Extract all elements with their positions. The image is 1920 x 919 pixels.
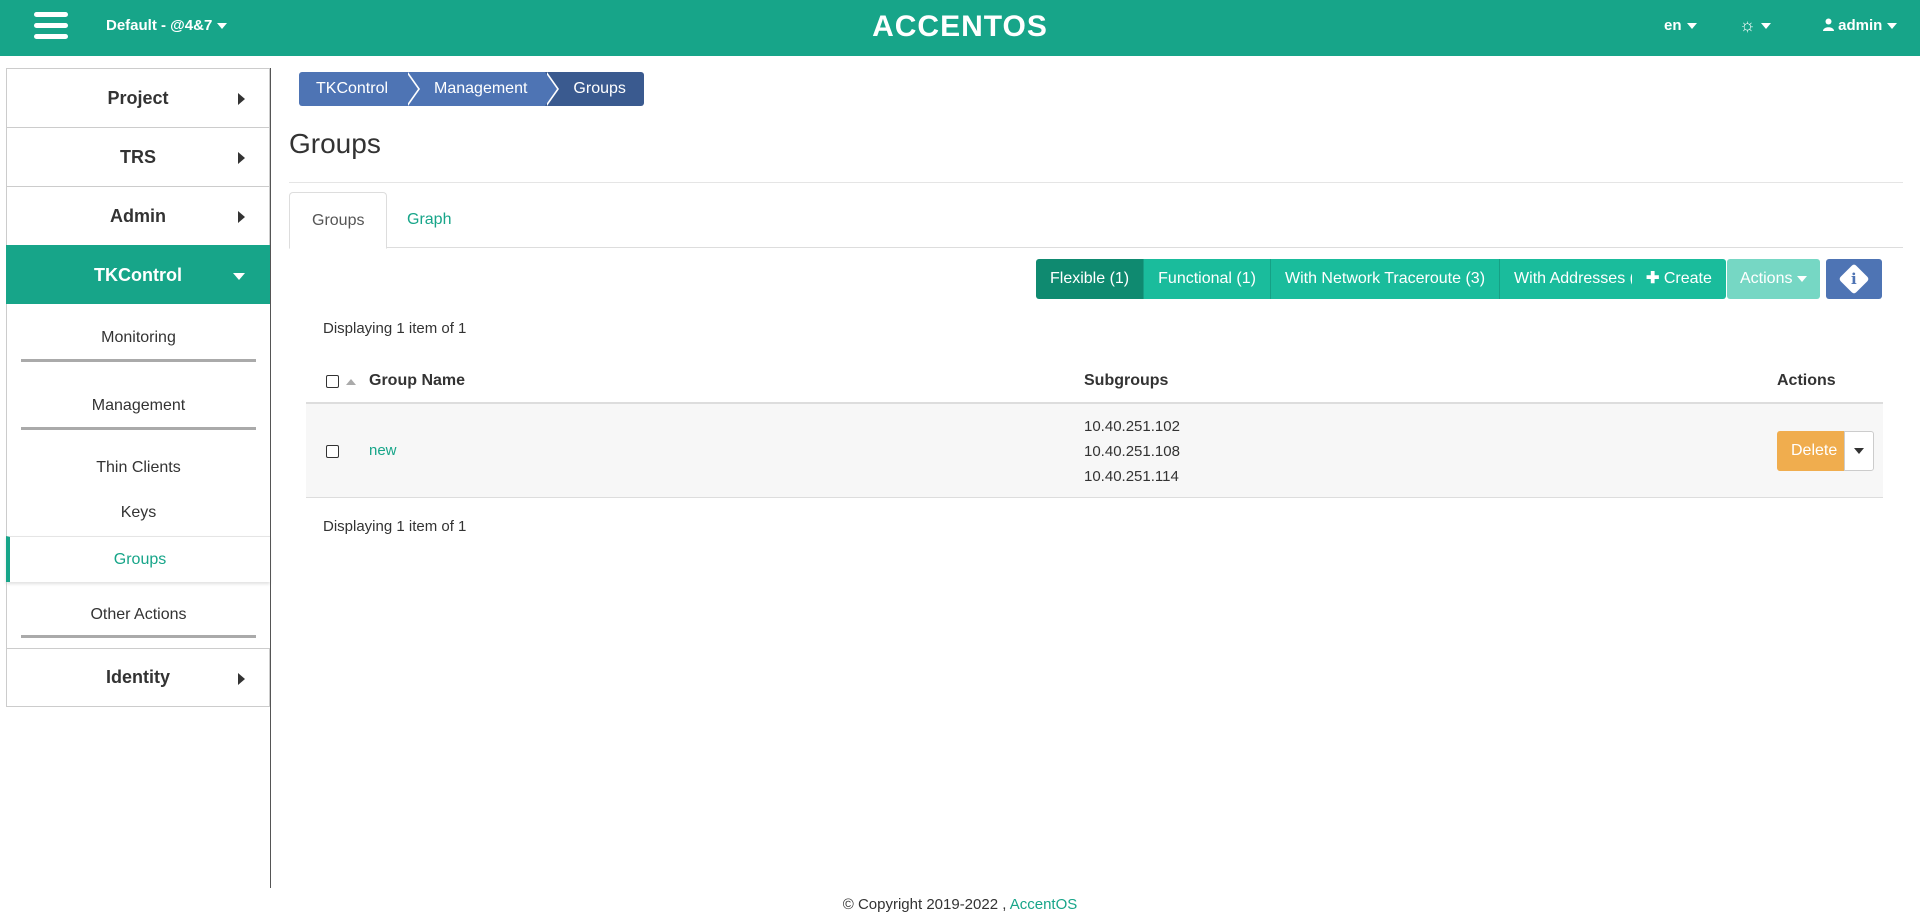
caret-right-icon xyxy=(238,673,245,685)
sort-asc-icon[interactable] xyxy=(346,379,356,385)
sidebar: Project TRS Admin TKControl Monitoring M… xyxy=(6,68,270,707)
create-button[interactable]: ✚ Create xyxy=(1632,259,1726,299)
chevron-down-icon xyxy=(1797,275,1808,282)
section-divider xyxy=(21,359,256,362)
tab-groups[interactable]: Groups xyxy=(289,192,388,249)
section-divider xyxy=(21,427,256,430)
footer: © Copyright 2019-2022 , AccentOS xyxy=(0,896,1920,913)
sidebar-group-label: TRS xyxy=(120,146,156,167)
caret-right-icon xyxy=(238,152,245,164)
copyright-text: © Copyright 2019-2022 , xyxy=(842,896,1007,913)
group-name-link[interactable]: new xyxy=(369,442,397,459)
chevron-down-icon xyxy=(1686,23,1697,30)
chevron-down-icon xyxy=(1854,448,1864,454)
column-header-name[interactable]: Group Name xyxy=(369,372,465,390)
sidebar-group-label: Identity xyxy=(105,667,170,687)
sidebar-group-admin[interactable]: Admin xyxy=(6,186,270,245)
groups-table: Group Name Subgroups Actions new 10.40.2… xyxy=(306,360,1883,498)
sidebar-item-keys[interactable]: Keys xyxy=(6,490,270,536)
subgroup-address: 10.40.251.114 xyxy=(1084,468,1179,485)
sidebar-item-thin-clients[interactable]: Thin Clients xyxy=(6,440,270,490)
tab-graph[interactable]: Graph xyxy=(385,192,473,248)
item-count-bottom: Displaying 1 item of 1 xyxy=(323,518,467,535)
column-header-actions: Actions xyxy=(1777,372,1836,389)
sidebar-group-tkcontrol[interactable]: TKControl xyxy=(6,245,270,304)
top-navbar: Default - @4&7 ACCENTOS en ☼ admin xyxy=(0,0,1920,56)
caret-right-icon xyxy=(238,211,245,223)
actions-label: Actions xyxy=(1740,270,1793,287)
select-all-checkbox[interactable] xyxy=(326,375,339,388)
project-selector[interactable]: Default - @4&7 xyxy=(106,17,228,34)
sidebar-item-label: Thin Clients xyxy=(96,459,181,476)
sidebar-group-identity[interactable]: Identity xyxy=(6,648,270,707)
breadcrumb-item[interactable]: Management xyxy=(406,72,560,106)
subgroup-address: 10.40.251.108 xyxy=(1084,443,1180,460)
item-count-top: Displaying 1 item of 1 xyxy=(323,320,467,337)
language-label: en xyxy=(1664,17,1682,34)
user-name: admin xyxy=(1838,17,1883,34)
sidebar-group-label: Project xyxy=(107,87,169,108)
sidebar-section-monitoring[interactable]: Monitoring xyxy=(6,304,270,372)
sidebar-section-label: Management xyxy=(91,397,186,414)
table-row: new 10.40.251.102 10.40.251.108 10.40.25… xyxy=(306,404,1883,498)
actions-button[interactable]: Actions xyxy=(1727,259,1821,299)
sidebar-divider xyxy=(270,68,271,888)
section-divider xyxy=(21,635,256,638)
delete-button[interactable]: Delete xyxy=(1777,431,1852,471)
chevron-down-icon xyxy=(1887,23,1898,30)
caret-down-icon xyxy=(233,273,245,280)
info-icon: i xyxy=(1838,263,1870,295)
breadcrumb: TKControl Management Groups xyxy=(299,72,644,106)
chevron-down-icon xyxy=(217,23,228,30)
chevron-down-icon xyxy=(1760,23,1771,30)
sidebar-section-other-actions[interactable]: Other Actions xyxy=(6,582,270,648)
menu-toggle-icon[interactable] xyxy=(34,12,68,42)
sidebar-section-label: Other Actions xyxy=(90,606,187,623)
sidebar-group-label: TKControl xyxy=(94,264,182,285)
filter-flexible-button[interactable]: Flexible (1) xyxy=(1036,259,1145,299)
tab-bar: Groups Graph xyxy=(289,192,1903,249)
title-divider xyxy=(289,182,1903,183)
user-icon xyxy=(1823,18,1834,31)
sidebar-item-groups[interactable]: Groups xyxy=(6,536,270,582)
breadcrumb-item[interactable]: TKControl xyxy=(299,72,421,106)
table-header: Group Name Subgroups Actions xyxy=(306,360,1883,404)
footer-link[interactable]: AccentOS xyxy=(1010,896,1078,913)
sidebar-section-management[interactable]: Management xyxy=(6,372,270,440)
brand-logo: ACCENTOS xyxy=(872,10,1048,43)
plus-icon: ✚ xyxy=(1646,270,1660,287)
subgroup-address: 10.40.251.102 xyxy=(1084,418,1180,435)
sidebar-item-label: Keys xyxy=(120,504,157,521)
row-actions-dropdown[interactable] xyxy=(1844,431,1874,471)
project-label: Default - @4&7 xyxy=(106,17,213,34)
filter-traceroute-button[interactable]: With Network Traceroute (3) xyxy=(1270,259,1501,299)
theme-selector[interactable]: ☼ xyxy=(1739,15,1771,36)
user-menu[interactable]: admin xyxy=(1823,17,1898,34)
subgroups-list: 10.40.251.102 10.40.251.108 10.40.251.11… xyxy=(1084,414,1180,489)
page-title: Groups xyxy=(289,128,381,159)
filter-functional-button[interactable]: Functional (1) xyxy=(1144,259,1271,299)
sidebar-section-label: Monitoring xyxy=(101,329,176,346)
sidebar-group-project[interactable]: Project xyxy=(6,68,270,127)
sidebar-item-label: Groups xyxy=(113,550,167,568)
info-button[interactable]: i xyxy=(1826,259,1882,299)
column-header-subgroups[interactable]: Subgroups xyxy=(1084,372,1168,390)
breadcrumb-item-current[interactable]: Groups xyxy=(545,72,644,106)
sidebar-group-trs[interactable]: TRS xyxy=(6,127,270,186)
filter-button-group: Flexible (1) Functional (1) With Network… xyxy=(1036,259,1664,299)
create-label: Create xyxy=(1663,270,1712,287)
sidebar-group-label: Admin xyxy=(110,205,166,226)
caret-right-icon xyxy=(238,93,245,105)
language-selector[interactable]: en xyxy=(1664,17,1697,34)
row-checkbox[interactable] xyxy=(326,445,339,458)
sun-icon: ☼ xyxy=(1739,15,1756,35)
